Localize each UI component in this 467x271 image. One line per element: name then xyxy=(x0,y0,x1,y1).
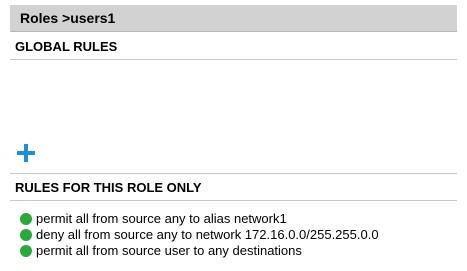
rule-label: permit all from source any to alias netw… xyxy=(36,211,287,226)
role-header-bar: Roles >users1 xyxy=(10,5,457,32)
role-rules-top-divider xyxy=(10,173,457,174)
role-rules-divider xyxy=(10,200,457,201)
green-dot-icon xyxy=(20,245,32,257)
role-breadcrumb-title: Roles >users1 xyxy=(20,10,116,26)
global-rules-heading: GLOBAL RULES xyxy=(15,39,118,54)
rule-item-1[interactable]: permit all from source any to alias netw… xyxy=(20,211,379,227)
rule-item-3[interactable]: permit all from source user to any desti… xyxy=(20,243,379,259)
rule-label: deny all from source any to network 172.… xyxy=(36,227,379,242)
green-dot-icon xyxy=(20,229,32,241)
add-global-rule-button[interactable] xyxy=(17,144,35,162)
role-rule-list: permit all from source any to alias netw… xyxy=(20,211,379,259)
rule-item-2[interactable]: deny all from source any to network 172.… xyxy=(20,227,379,243)
global-rules-divider xyxy=(10,59,457,60)
green-dot-icon xyxy=(20,213,32,225)
role-rules-heading: RULES FOR THIS ROLE ONLY xyxy=(15,180,202,195)
rule-label: permit all from source user to any desti… xyxy=(36,243,302,258)
